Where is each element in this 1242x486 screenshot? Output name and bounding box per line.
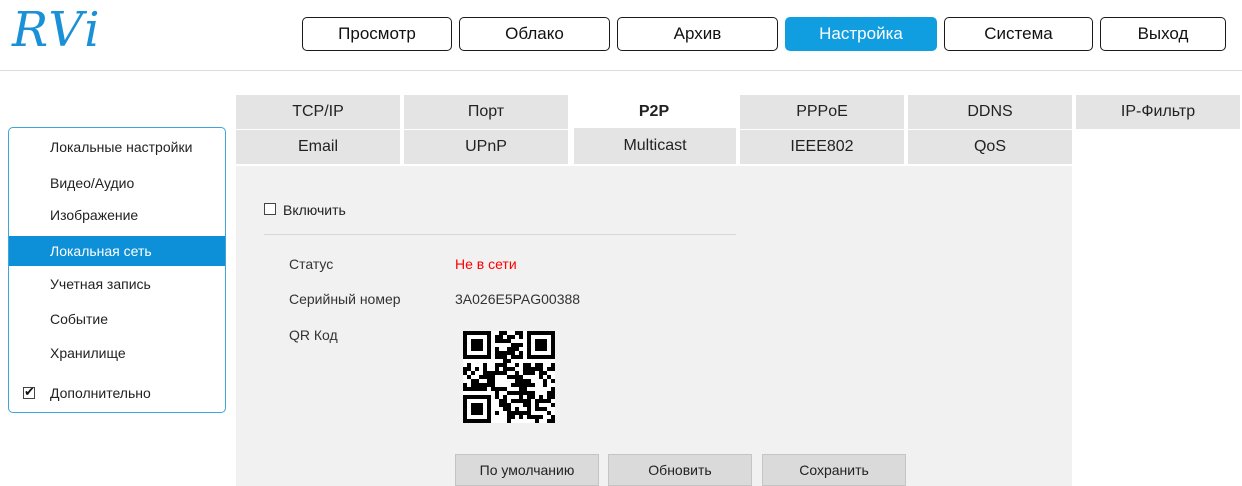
serial-number-label: Серийный номер	[289, 291, 401, 307]
advanced-checkbox[interactable]: ✔	[23, 384, 35, 399]
p2p-settings-panel	[236, 166, 1072, 486]
logo-text: RVi	[12, 2, 102, 58]
qr-code-icon	[463, 331, 555, 423]
rvi-logo: RVi	[4, 2, 124, 64]
tab-upnp[interactable]: UPnP	[404, 130, 568, 164]
sidebar-item-event[interactable]: Событие	[9, 304, 225, 334]
sidebar-item-local-network[interactable]: Локальная сеть	[9, 236, 225, 266]
default-button[interactable]: По умолчанию	[455, 454, 599, 486]
status-value: Не в сети	[455, 256, 517, 272]
tab-ip-filter[interactable]: IP-Фильтр	[1076, 95, 1240, 129]
nav-exit-button[interactable]: Выход	[1100, 17, 1226, 51]
sidebar-item-advanced[interactable]: ✔ Дополнительно	[9, 378, 225, 408]
tab-multicast[interactable]: Multicast	[574, 128, 736, 164]
checkmark-icon: ✔	[24, 384, 35, 399]
nav-settings-button[interactable]: Настройка	[785, 17, 937, 51]
nav-view-button[interactable]: Просмотр	[302, 17, 452, 51]
tab-email[interactable]: Email	[236, 130, 400, 164]
nav-cloud-button[interactable]: Облако	[459, 17, 610, 51]
enable-label: Включить	[283, 202, 346, 218]
tab-qos[interactable]: QoS	[908, 130, 1072, 164]
status-label: Статус	[289, 256, 334, 272]
qr-code-label: QR Код	[289, 327, 338, 343]
sidebar-item-video-audio[interactable]: Видео/Аудио	[9, 168, 225, 198]
sidebar-item-image[interactable]: Изображение	[9, 200, 225, 230]
tab-port[interactable]: Порт	[404, 95, 568, 129]
section-divider	[264, 234, 736, 235]
tab-ieee802[interactable]: IEEE802	[740, 130, 904, 164]
enable-checkbox[interactable]	[264, 203, 276, 215]
sidebar-item-local-settings[interactable]: Локальные настройки	[9, 132, 225, 162]
settings-sidebar: Локальные настройки Видео/Аудио Изображе…	[8, 127, 226, 413]
save-button[interactable]: Сохранить	[762, 454, 906, 486]
refresh-button[interactable]: Обновить	[608, 454, 752, 486]
advanced-label: Дополнительно	[50, 385, 151, 401]
tab-pppoe[interactable]: PPPoE	[740, 95, 904, 129]
nav-system-button[interactable]: Система	[944, 17, 1093, 51]
nav-archive-button[interactable]: Архив	[617, 17, 778, 51]
sidebar-item-account[interactable]: Учетная запись	[9, 269, 225, 299]
header-divider	[0, 70, 1242, 71]
tab-p2p[interactable]: P2P	[572, 95, 736, 129]
sidebar-item-storage[interactable]: Хранилище	[9, 338, 225, 368]
tab-tcpip[interactable]: TCP/IP	[236, 95, 400, 129]
tab-ddns[interactable]: DDNS	[908, 95, 1072, 129]
serial-number-value: 3A026E5PAG00388	[455, 291, 581, 307]
